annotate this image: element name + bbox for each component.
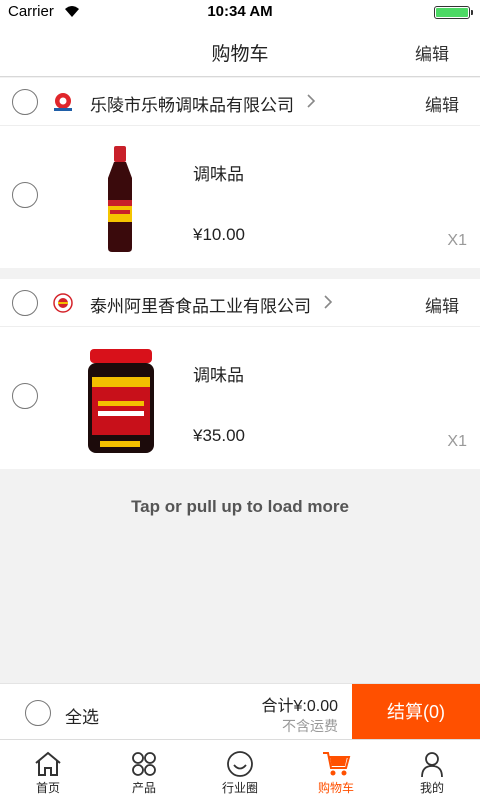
home-icon: [35, 751, 61, 776]
checkout-button[interactable]: 结算(0): [352, 684, 480, 740]
cart-icon: [323, 752, 351, 776]
cart-item: 调味品 ¥10.00 X1: [0, 126, 480, 268]
item-name[interactable]: 调味品: [193, 160, 244, 185]
edit-cart-button[interactable]: 编辑: [415, 40, 449, 65]
chevron-right-icon[interactable]: [306, 92, 316, 110]
tab-home[interactable]: 首页: [0, 740, 96, 800]
page-title: 购物车: [211, 44, 269, 65]
tab-industry-circle[interactable]: 行业圈: [192, 740, 288, 800]
item-select-checkbox[interactable]: [12, 383, 38, 409]
checkout-bar: 全选 合计¥:0.00 不含运费 结算(0): [0, 683, 480, 740]
nav-bar: 购物车 编辑: [0, 24, 480, 77]
status-bar: Carrier 10:34 AM: [0, 0, 480, 24]
item-price: ¥35.00: [193, 426, 245, 445]
shop-select-checkbox[interactable]: [12, 89, 38, 115]
shop-header: 乐陵市乐畅调味品有限公司 编辑: [0, 78, 480, 126]
shop-logo-icon: [54, 93, 72, 111]
tab-label: 产品: [131, 781, 156, 795]
shop-name[interactable]: 乐陵市乐畅调味品有限公司: [90, 91, 294, 116]
soy-sauce-bottle-image[interactable]: [70, 140, 170, 254]
cart-item: 调味品 ¥35.00 X1: [0, 327, 480, 469]
grid-icon: [132, 752, 156, 776]
tab-label: 行业圈: [221, 781, 258, 795]
person-icon: [421, 752, 443, 778]
item-quantity: X1: [447, 232, 467, 249]
tab-bar: 首页 产品 行业圈 购物车 我的: [0, 739, 480, 800]
shop-edit-button[interactable]: 编辑: [425, 91, 459, 116]
smile-icon: [227, 751, 253, 777]
load-more-text[interactable]: Tap or pull up to load more: [0, 497, 480, 517]
select-all-label[interactable]: 全选: [65, 703, 99, 728]
tab-label: 购物车: [317, 781, 354, 795]
shop-edit-button[interactable]: 编辑: [425, 292, 459, 317]
item-select-checkbox[interactable]: [12, 182, 38, 208]
select-all-checkbox[interactable]: [25, 700, 51, 726]
tab-cart[interactable]: 购物车: [288, 740, 384, 800]
battery-icon: [434, 6, 473, 19]
shipping-note: 不含运费: [282, 718, 338, 734]
tab-products[interactable]: 产品: [96, 740, 192, 800]
item-price: ¥10.00: [193, 225, 245, 244]
clock: 10:34 AM: [207, 3, 273, 20]
shop-header: 泰州阿里香食品工业有限公司 编辑: [0, 279, 480, 327]
shop-logo-icon: [53, 293, 73, 313]
shop-select-checkbox[interactable]: [12, 290, 38, 316]
shop-name[interactable]: 泰州阿里香食品工业有限公司: [90, 292, 311, 317]
item-quantity: X1: [447, 433, 467, 450]
chili-sauce-jar-image[interactable]: [70, 341, 170, 455]
tab-label: 我的: [419, 781, 444, 795]
total-amount: 合计¥:0.00: [261, 698, 339, 715]
tab-mine[interactable]: 我的: [384, 740, 480, 800]
chevron-right-icon[interactable]: [323, 293, 333, 311]
tab-label: 首页: [35, 781, 60, 795]
item-name[interactable]: 调味品: [193, 361, 244, 386]
